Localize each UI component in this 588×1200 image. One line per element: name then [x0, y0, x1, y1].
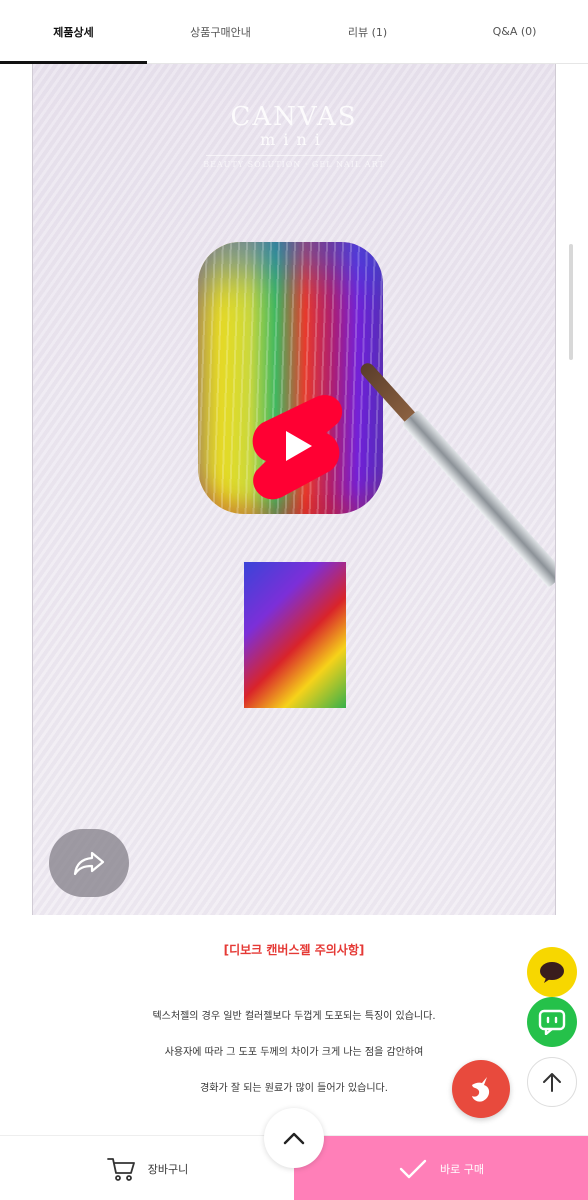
- collapse-button[interactable]: [264, 1108, 324, 1168]
- brand-shortcut-button[interactable]: [452, 1060, 510, 1118]
- scroll-indicator[interactable]: [569, 244, 573, 360]
- kakao-chat-button[interactable]: [527, 947, 577, 997]
- kakao-chat-icon: [540, 962, 564, 983]
- video-brand-watermark: CANVAS mini BEAUTY SOLUTION · GEL NAIL A…: [33, 102, 555, 169]
- tab-product-detail[interactable]: 제품상세: [0, 0, 147, 64]
- color-swatch-image: [244, 562, 346, 708]
- notice-line-1: 텍스처젤의 경우 일반 컬러젤보다 두껍게 도포되는 특징이 있습니다.: [152, 1011, 436, 1022]
- talk-chat-icon: [538, 1009, 566, 1035]
- notice-line-2: 사용자에 따라 그 도포 두께의 차이가 크게 나는 점을 감안하여: [164, 1047, 424, 1058]
- product-tabs: 제품상세 상품구매안내 리뷰 (1) Q&A (0): [0, 0, 588, 64]
- notice-title: [디보크 캔버스젤 주의사항]: [223, 943, 365, 957]
- brand-subtitle: mini: [260, 130, 328, 149]
- unicorn-logo-icon: [472, 1077, 490, 1102]
- youtube-shorts-play-icon[interactable]: [246, 389, 346, 504]
- brand-tagline: BEAUTY SOLUTION · GEL NAIL ART: [203, 160, 385, 169]
- share-button[interactable]: [49, 829, 129, 897]
- tab-purchase-guide[interactable]: 상품구매안내: [147, 0, 294, 63]
- product-video[interactable]: CANVAS mini BEAUTY SOLUTION · GEL NAIL A…: [32, 64, 556, 915]
- nail-brush-image: [355, 358, 555, 588]
- talk-chat-button[interactable]: [527, 997, 577, 1047]
- scroll-top-button[interactable]: [527, 1057, 577, 1107]
- share-arrow-icon: [73, 851, 105, 876]
- tab-reviews[interactable]: 리뷰 (1): [294, 0, 441, 63]
- chevron-up-icon: [283, 1132, 305, 1145]
- cart-icon: [106, 1157, 135, 1181]
- brand-divider: [206, 155, 382, 156]
- cart-label: 장바구니: [147, 1162, 189, 1176]
- add-to-cart-button[interactable]: 장바구니: [0, 1136, 294, 1200]
- tab-qna[interactable]: Q&A (0): [441, 0, 588, 63]
- buy-now-label: 바로 구매: [440, 1162, 484, 1176]
- arrow-up-icon: [543, 1073, 561, 1092]
- brand-title: CANVAS: [230, 102, 358, 132]
- buy-now-button[interactable]: 바로 구매: [294, 1136, 588, 1200]
- check-icon: [399, 1159, 427, 1178]
